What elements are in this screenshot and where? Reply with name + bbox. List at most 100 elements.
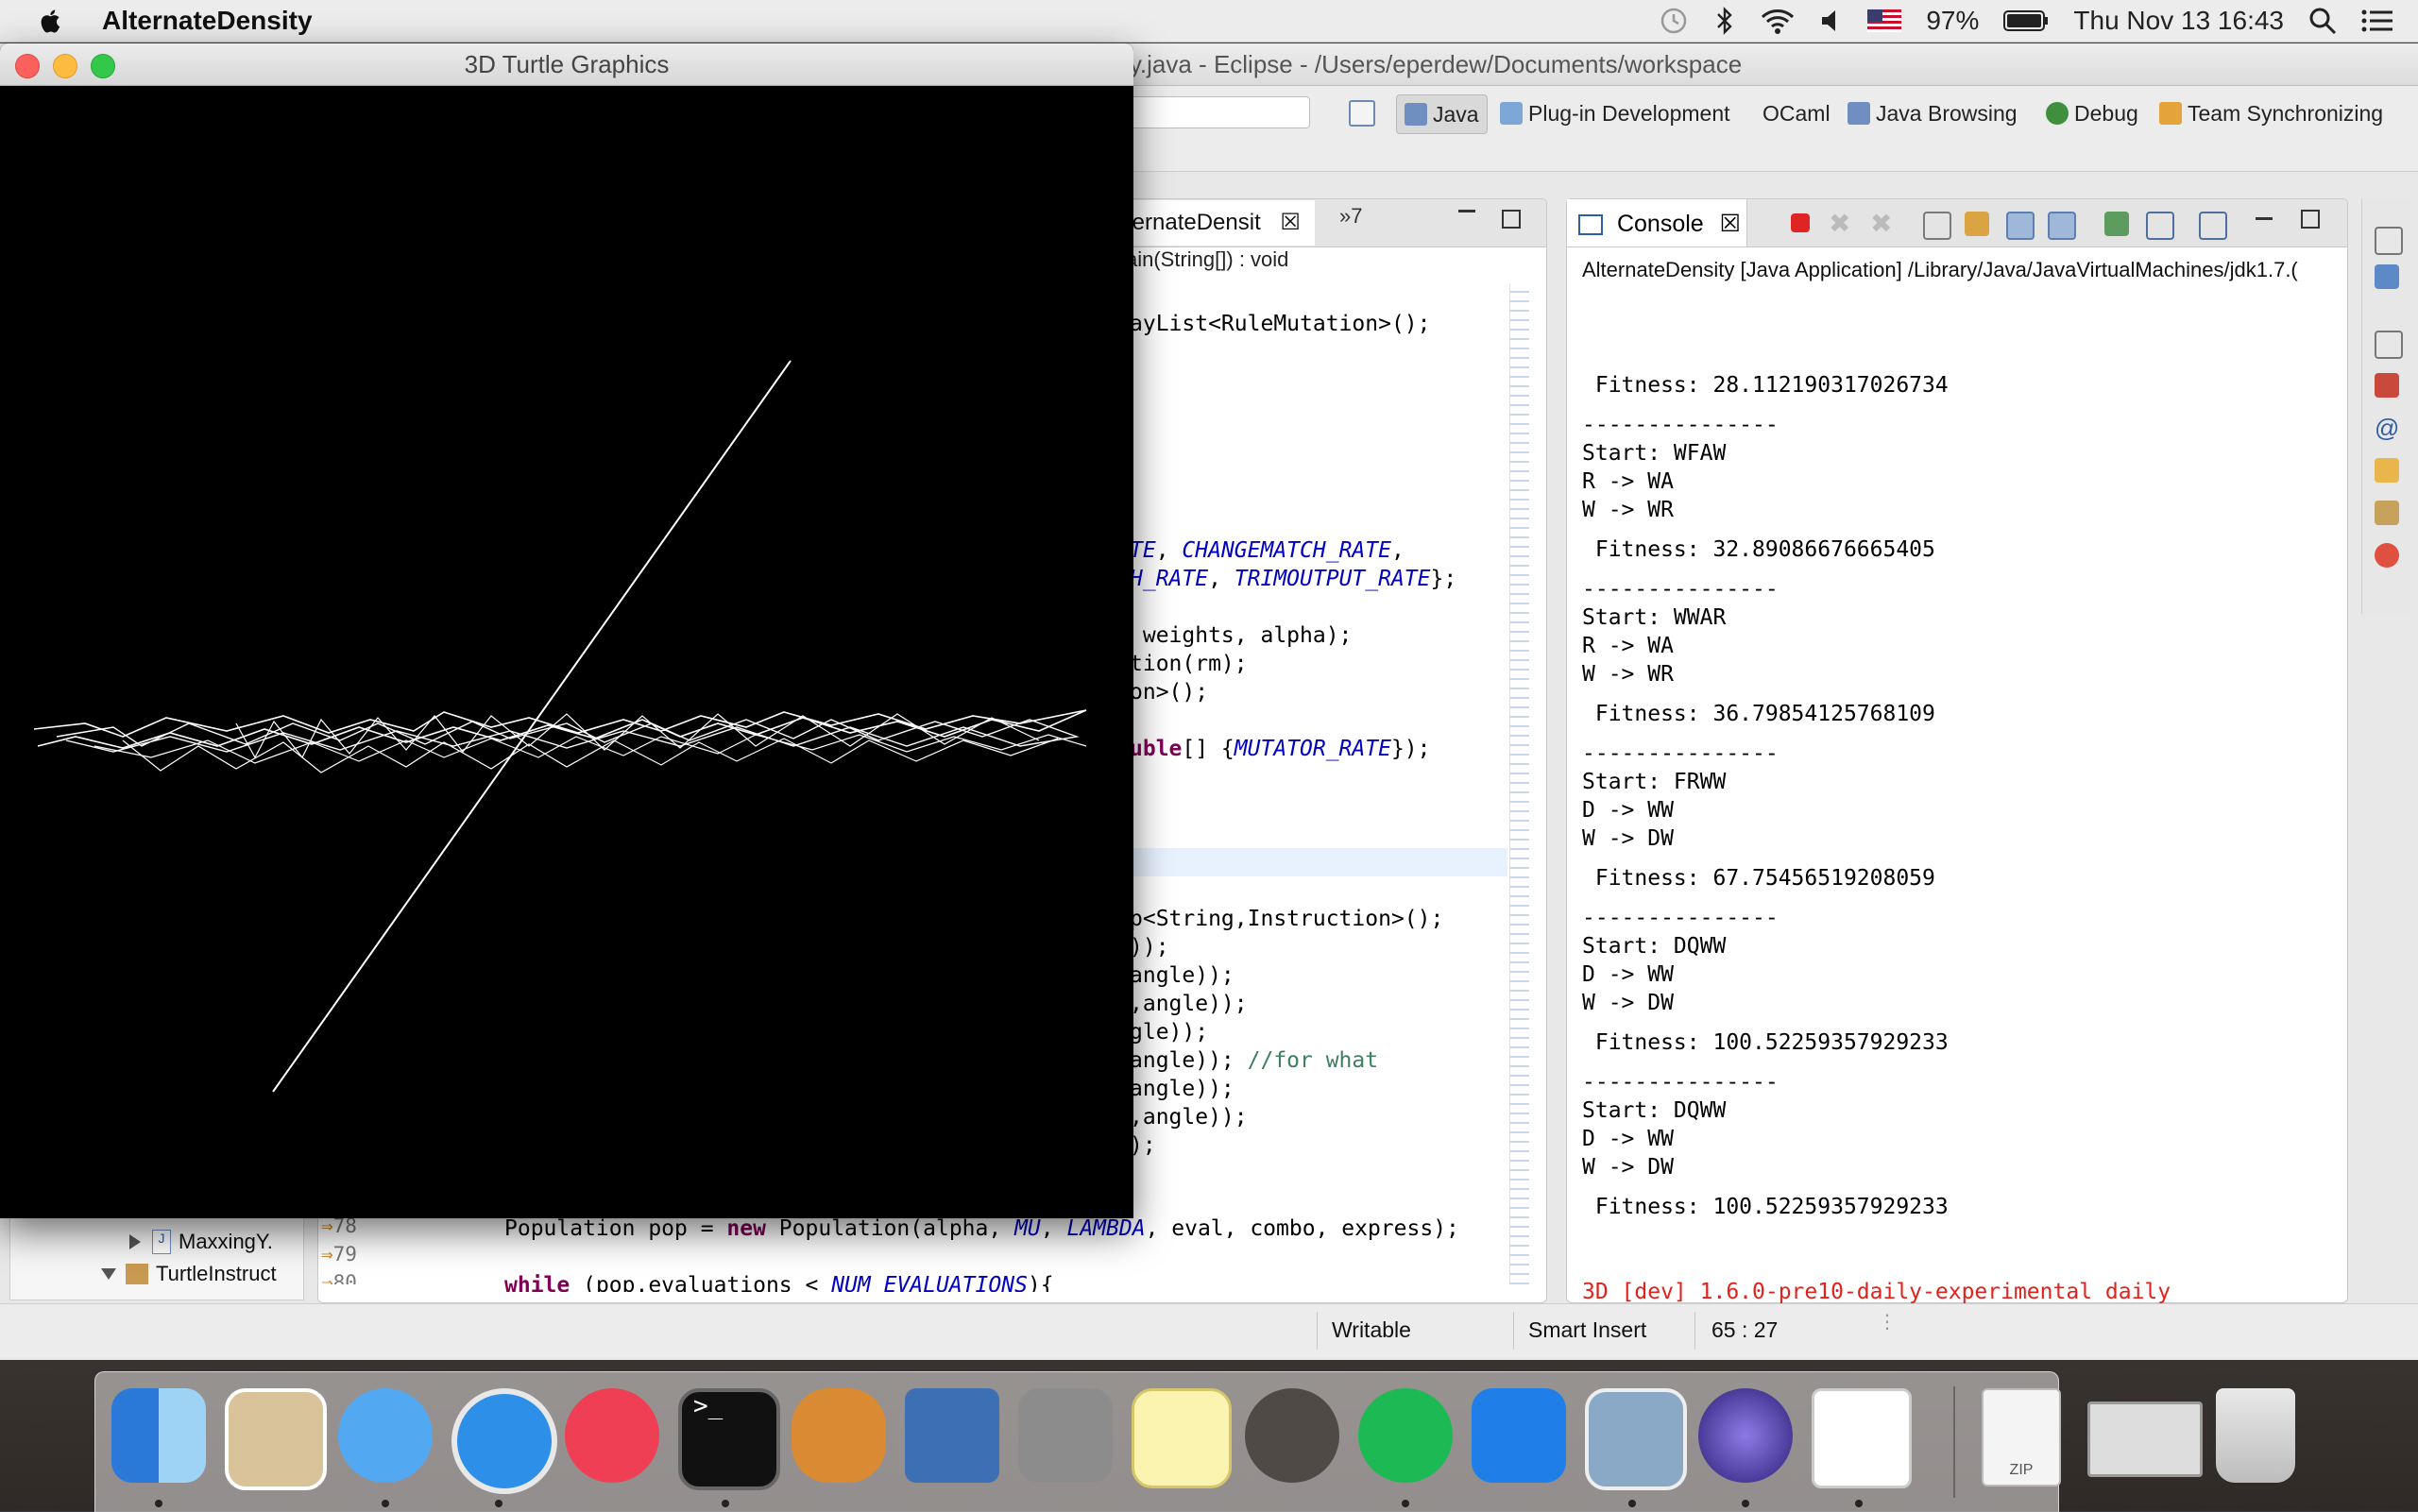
spotify-icon[interactable] (1358, 1388, 1453, 1483)
minimize-console-icon[interactable] (2256, 217, 2273, 220)
perspective-team-synchronizing[interactable]: Team Synchronizing (2159, 94, 2383, 132)
system-preferences-icon[interactable] (1018, 1388, 1113, 1483)
package-item-turtleinstruct[interactable]: TurtleInstruct (101, 1260, 277, 1288)
outline-icon[interactable] (2375, 264, 2399, 289)
scroll-lock-icon[interactable] (1965, 212, 1989, 236)
expand-arrow-icon[interactable] (129, 1234, 141, 1249)
gnucash-icon[interactable] (792, 1388, 886, 1483)
editor-tab-label-wrap[interactable]: ternateDensit ☒ (1126, 200, 1315, 246)
bluetooth-icon[interactable] (1714, 6, 1735, 36)
perspective-java[interactable]: Java (1396, 94, 1488, 134)
maximize-editor-icon[interactable] (1502, 210, 1521, 229)
quick-access-input[interactable] (1115, 96, 1310, 128)
code-line[interactable]: TE, CHANGEMATCH_RATE, (1130, 538, 1405, 563)
clock[interactable]: Thu Nov 13 16:43 (2073, 6, 2284, 36)
clear-console-icon[interactable] (1923, 212, 1951, 240)
virtualbox-icon[interactable] (905, 1388, 999, 1483)
time-machine-icon[interactable] (1658, 5, 1690, 37)
maximize-console-icon[interactable] (2301, 210, 2320, 229)
open-console-icon[interactable] (2199, 212, 2227, 240)
quick-fix-icon[interactable]: ⇒ (321, 1271, 333, 1284)
wifi-icon[interactable] (1760, 7, 1796, 35)
remove-all-launches-icon[interactable]: ✖ (1870, 211, 1895, 237)
code-line[interactable]: ayList<RuleMutation>(); (1130, 312, 1431, 336)
quick-fix-icon[interactable]: ⇒ (321, 1243, 333, 1266)
perspective-ocaml[interactable]: OCaml (1762, 94, 1831, 132)
screenshot-stack-icon[interactable] (2087, 1402, 2203, 1477)
preview-icon[interactable] (1585, 1388, 1687, 1490)
apple-menu-icon[interactable] (38, 7, 66, 35)
turtle-title-bar[interactable]: 3D Turtle Graphics (0, 43, 1133, 86)
package-item-maxxing[interactable]: J MaxxingY. (129, 1228, 273, 1256)
perspective-plugin-development[interactable]: Plug-in Development (1500, 94, 1730, 132)
debug-bug-icon (2046, 102, 2069, 125)
code-line[interactable]: H_RATE, TRIMOUTPUT_RATE}; (1130, 567, 1456, 591)
notification-center-icon[interactable] (2361, 8, 2393, 33)
java-icon[interactable] (1812, 1388, 1912, 1488)
console-tab[interactable]: Console ☒ (1567, 199, 1747, 246)
show-console-stderr-icon[interactable] (2048, 212, 2076, 240)
code-line[interactable]: tion(rm); (1130, 652, 1248, 676)
code-line[interactable]: angle)); (1130, 963, 1235, 988)
us-flag-icon[interactable] (1867, 9, 1902, 32)
messages-icon[interactable] (338, 1388, 433, 1483)
minimize-window-button[interactable] (53, 54, 77, 78)
finder-icon[interactable] (111, 1388, 206, 1483)
declaration-icon[interactable] (2375, 458, 2399, 483)
turtle-canvas[interactable] (0, 85, 1133, 1218)
editor-tab-overflow[interactable]: »7 (1339, 204, 1362, 229)
code-line[interactable]: p<String,Instruction>(); (1130, 907, 1443, 931)
code-line[interactable]: uble[] {MUTATOR_RATE}); (1130, 737, 1431, 761)
restore-icon[interactable] (2375, 331, 2403, 359)
app-name[interactable]: AlternateDensity (102, 6, 313, 36)
code-line[interactable]: Population pop = new Population(alpha, M… (504, 1216, 1459, 1241)
restore-icon[interactable] (2375, 227, 2403, 255)
code-line[interactable]: weights, alpha); (1130, 623, 1353, 648)
display-selected-console-icon[interactable] (2146, 212, 2174, 240)
safari-icon[interactable] (451, 1388, 557, 1494)
mail-icon[interactable] (225, 1388, 327, 1490)
code-line[interactable]: ,angle)); (1130, 992, 1248, 1016)
code-line[interactable]: ); (1130, 1133, 1156, 1158)
minimize-editor-icon[interactable] (1458, 210, 1475, 212)
error-log-icon[interactable] (2375, 543, 2399, 568)
close-console-icon[interactable]: ☒ (1720, 211, 1741, 237)
code-line[interactable]: angle)); (1130, 1077, 1235, 1101)
cauldron-icon[interactable] (1245, 1388, 1339, 1483)
show-console-stdout-icon[interactable] (2006, 212, 2035, 240)
code-line[interactable]: angle)); //for what (1130, 1048, 1378, 1073)
editor-breadcrumb[interactable]: ain(String[]) : void (1126, 247, 1288, 272)
remove-launch-icon[interactable]: ✖ (1829, 211, 1853, 237)
close-window-button[interactable] (15, 54, 40, 78)
close-tab-icon[interactable]: ☒ (1280, 210, 1301, 235)
volume-icon[interactable] (1820, 8, 1843, 34)
perspective-debug[interactable]: Debug (2046, 94, 2138, 132)
code-line[interactable]: gle)); (1130, 1020, 1208, 1045)
search-view-icon[interactable] (2375, 501, 2399, 525)
itunes-icon[interactable] (565, 1388, 659, 1483)
battery-icon[interactable] (2003, 9, 2049, 32)
problems-icon[interactable] (2375, 373, 2399, 398)
zoom-window-button[interactable] (91, 54, 115, 78)
perspective-java-browsing[interactable]: Java Browsing (1848, 94, 2018, 132)
spotlight-search-icon[interactable] (2308, 7, 2337, 35)
code-line[interactable]: )); (1130, 935, 1169, 960)
status-drag-handle-icon[interactable]: ⋮ (1878, 1313, 1897, 1332)
trash-icon[interactable] (2216, 1388, 2295, 1483)
code-line[interactable]: ,angle)); (1130, 1105, 1248, 1130)
collapse-arrow-icon[interactable] (101, 1268, 116, 1280)
zip-archive-icon[interactable]: ZIP (1982, 1388, 2061, 1487)
overview-ruler[interactable] (1509, 283, 1529, 1284)
code-line[interactable]: while (pop.evaluations < NUM_EVALUATIONS… (504, 1273, 1054, 1292)
battery-percentage[interactable]: 97% (1926, 6, 1979, 36)
notes-icon[interactable] (1132, 1388, 1232, 1488)
javadoc-icon[interactable]: @ (2375, 416, 2399, 440)
terminal-icon[interactable]: >_ (678, 1388, 780, 1490)
console-output[interactable]: Fitness: 28.112190317026734 -------------… (1582, 314, 2171, 1363)
terminate-icon[interactable] (1791, 213, 1810, 232)
code-line[interactable]: on>(); (1130, 680, 1208, 705)
open-perspective-button[interactable] (1349, 94, 1381, 132)
eclipse-icon[interactable] (1698, 1388, 1793, 1483)
xcode-icon[interactable] (1472, 1388, 1566, 1483)
pin-console-icon[interactable] (2104, 212, 2129, 236)
